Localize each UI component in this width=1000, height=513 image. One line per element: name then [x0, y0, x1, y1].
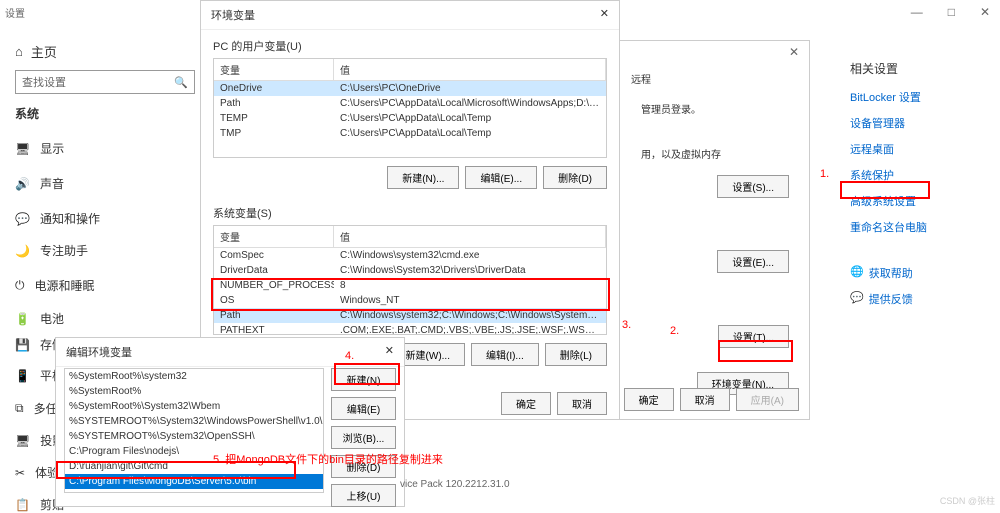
sysprops-text2: 用，以及虚拟内存 — [641, 146, 799, 161]
up-button[interactable]: 上移(U) — [331, 484, 396, 507]
settings-title: 设置 — [5, 5, 25, 20]
sidebar-section: 系统 — [15, 105, 39, 122]
help-icon: 🌐 — [850, 265, 864, 281]
delete-l-button[interactable]: 删除(L) — [545, 343, 607, 366]
close-icon[interactable]: ✕ — [600, 7, 609, 23]
settings-e-button[interactable]: 设置(E)... — [717, 250, 789, 273]
table-row[interactable]: OSWindows_NT — [214, 293, 606, 308]
table-row[interactable]: TEMPC:\Users\PC\AppData\Local\Temp — [214, 111, 606, 126]
sidebar-item-battery[interactable]: 🔋电池 — [15, 310, 64, 327]
battery-icon: 🔋 — [15, 312, 30, 326]
dialog-title: 环境变量 — [211, 7, 255, 23]
user-vars-table[interactable]: 变量值 OneDriveC:\Users\PC\OneDrive PathC:\… — [213, 58, 607, 158]
path-list[interactable]: %SystemRoot%\system32 %SystemRoot% %Syst… — [64, 368, 324, 493]
list-item[interactable]: %SYSTEMROOT%\System32\WindowsPowerShell\… — [65, 414, 323, 429]
edit-button[interactable]: 编辑(E) — [331, 397, 396, 420]
tab-remote[interactable]: 远程 — [631, 71, 651, 86]
browse-button[interactable]: 浏览(B)... — [331, 426, 396, 449]
sidebar-item-display[interactable]: 🖥显示 — [15, 140, 64, 157]
link-rename-pc[interactable]: 重命名这台电脑 — [850, 219, 980, 235]
edit-button[interactable]: 编辑(E)... — [465, 166, 537, 189]
user-vars-label: PC 的用户变量(U) — [201, 30, 619, 58]
close-icon[interactable]: ✕ — [789, 45, 799, 59]
search-input[interactable]: 查找设置 🔍 — [15, 70, 195, 94]
table-row[interactable]: TMPC:\Users\PC\AppData\Local\Temp — [214, 126, 606, 141]
table-row-path[interactable]: PathC:\Windows\system32;C:\Windows;C:\Wi… — [214, 308, 606, 323]
sidebar-item-power[interactable]: ⏻电源和睡眠 — [15, 277, 95, 294]
sidebar-item-experience[interactable]: ✂体验 — [15, 464, 59, 481]
list-item[interactable]: C:\Program Files\nodejs\ — [65, 444, 323, 459]
home-link[interactable]: ⌂ 主页 — [15, 42, 57, 61]
table-row[interactable]: OneDriveC:\Users\PC\OneDrive — [214, 81, 606, 96]
sys-vars-table[interactable]: 变量值 ComSpecC:\Windows\system32\cmd.exe D… — [213, 225, 607, 335]
experience-icon: ✂ — [15, 466, 25, 480]
apply-button[interactable]: 应用(A) — [736, 388, 799, 411]
link-bitlocker[interactable]: BitLocker 设置 — [850, 89, 980, 105]
new-button[interactable]: 新建(N)... — [387, 166, 459, 189]
sidebar-item-sound[interactable]: 🔊声音 — [15, 175, 64, 192]
home-icon: ⌂ — [15, 44, 23, 59]
close-icon[interactable]: ✕ — [385, 344, 394, 360]
sidebar-item-focus[interactable]: 🌙专注助手 — [15, 242, 88, 259]
sys-vars-label: 系统变量(S) — [201, 197, 619, 225]
related-title: 相关设置 — [850, 60, 980, 77]
minimize-icon[interactable]: — — [911, 5, 923, 19]
cancel-button[interactable]: 取消 — [680, 388, 730, 411]
clipboard-icon: 📋 — [15, 498, 30, 512]
list-item[interactable]: D:\ruanjian\git\Git\cmd — [65, 459, 323, 474]
ok-button[interactable]: 确定 — [501, 392, 551, 415]
table-row[interactable]: ComSpecC:\Windows\system32\cmd.exe — [214, 248, 606, 263]
link-remote-desktop[interactable]: 远程桌面 — [850, 141, 980, 157]
edit-path-dialog: 编辑环境变量 ✕ %SystemRoot%\system32 %SystemRo… — [55, 337, 405, 507]
link-get-help[interactable]: 🌐获取帮助 — [850, 265, 980, 281]
power-icon: ⏻ — [15, 278, 25, 293]
list-item[interactable]: %SystemRoot%\System32\Wbem — [65, 399, 323, 414]
related-settings-panel: 相关设置 BitLocker 设置 设备管理器 远程桌面 系统保护 高级系统设置… — [850, 60, 980, 317]
project-icon: 🖥 — [15, 434, 30, 448]
maximize-icon[interactable]: □ — [948, 5, 955, 19]
link-advanced-system[interactable]: 高级系统设置 — [850, 193, 980, 209]
multitask-icon: ⧉ — [15, 401, 24, 416]
list-item[interactable]: %SYSTEMROOT%\System32\OpenSSH\ — [65, 429, 323, 444]
cancel-button[interactable]: 取消 — [557, 392, 607, 415]
window-controls: — □ ✕ — [911, 5, 990, 19]
table-row[interactable]: NUMBER_OF_PROCESSORS8 — [214, 278, 606, 293]
watermark: CSDN @张柱 — [940, 494, 995, 507]
tablet-icon: 📱 — [15, 369, 30, 383]
ok-button[interactable]: 确定 — [624, 388, 674, 411]
link-device-manager[interactable]: 设备管理器 — [850, 115, 980, 131]
search-icon: 🔍 — [174, 76, 188, 89]
table-row[interactable]: PathC:\Users\PC\AppData\Local\Microsoft\… — [214, 96, 606, 111]
delete-button[interactable]: 删除(D) — [543, 166, 607, 189]
dialog-title: 编辑环境变量 — [66, 344, 132, 360]
edit-i-button[interactable]: 编辑(I)... — [471, 343, 539, 366]
list-item-mongodb[interactable]: C:\Program Files\MongoDB\Server\5.0\bin — [65, 474, 323, 489]
display-icon: 🖥 — [15, 142, 30, 156]
sidebar-item-notifications[interactable]: 💬通知和操作 — [15, 210, 100, 227]
storage-icon: 💾 — [15, 338, 30, 352]
close-icon[interactable]: ✕ — [980, 5, 990, 19]
notification-icon: 💬 — [15, 212, 30, 226]
sound-icon: 🔊 — [15, 177, 30, 191]
new-button[interactable]: 新建(N) — [331, 368, 396, 391]
footer-text: vice Pack 120.2212.31.0 — [400, 479, 510, 490]
table-row[interactable]: DriverDataC:\Windows\System32\Drivers\Dr… — [214, 263, 606, 278]
sysprops-text: 管理员登录。 — [641, 101, 799, 116]
link-system-protection[interactable]: 系统保护 — [850, 167, 980, 183]
feedback-icon: 💬 — [850, 291, 864, 307]
list-item[interactable]: %SystemRoot%\system32 — [65, 369, 323, 384]
table-row[interactable]: PATHEXT.COM;.EXE;.BAT;.CMD;.VBS;.VBE;.JS… — [214, 323, 606, 335]
list-item[interactable]: %SystemRoot% — [65, 384, 323, 399]
settings-t-button[interactable]: 设置(T)... — [718, 325, 789, 348]
focus-icon: 🌙 — [15, 244, 30, 258]
settings-s-button[interactable]: 设置(S)... — [717, 175, 789, 198]
link-feedback[interactable]: 💬提供反馈 — [850, 291, 980, 307]
delete-button[interactable]: 删除(D) — [331, 455, 396, 478]
